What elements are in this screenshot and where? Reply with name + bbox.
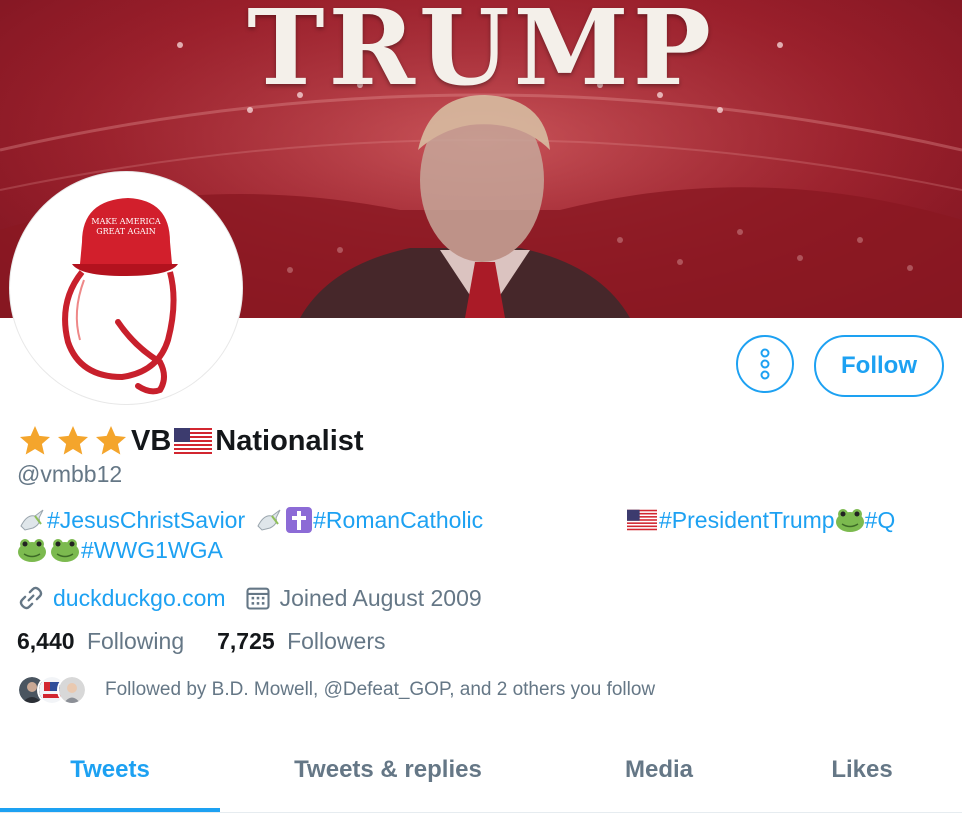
display-name-part-1: VB — [131, 424, 172, 457]
followers-count: 7,725 — [217, 628, 275, 654]
more-options-button[interactable] — [736, 335, 794, 393]
following-count: 6,440 — [17, 628, 75, 654]
frog-icon — [51, 539, 79, 562]
star-icon — [20, 426, 50, 455]
tab-tweets-replies[interactable]: Tweets & replies — [220, 736, 556, 804]
q-cap-avatar-image: MAKE AMERICA GREAT AGAIN — [62, 198, 178, 395]
tab-tweets[interactable]: Tweets — [0, 736, 220, 812]
dove-icon — [257, 509, 281, 531]
follower-avatar — [57, 675, 87, 705]
avatar[interactable]: MAKE AMERICA GREAT AGAIN — [10, 172, 242, 404]
link-icon — [19, 586, 43, 610]
tab-media[interactable]: Media — [556, 736, 762, 804]
profile-handle: @vmbb12 — [17, 461, 123, 487]
following-label: Following — [86, 628, 185, 654]
more-vertical-icon — [760, 348, 770, 380]
us-flag-icon — [174, 428, 213, 454]
profile-meta: duckduckgo.com Joined August 2009 — [17, 580, 482, 616]
us-flag-icon — [627, 509, 657, 531]
star-icon — [96, 426, 126, 455]
star-icon — [58, 426, 88, 455]
profile-stats: 6,440 Following 7,725 Followers — [17, 628, 385, 655]
bio-line-1: #JesusChristSavior #RomanCatholic #Presi… — [17, 505, 947, 535]
hashtag-wwg1wga[interactable]: #WWG1WGA — [81, 537, 223, 564]
display-name-part-2: Nationalist — [215, 424, 364, 457]
joined-date: Joined August 2009 — [279, 584, 482, 611]
profile-bio: #JesusChristSavior #RomanCatholic #Presi… — [17, 505, 947, 565]
hashtag-jesuschristsavior[interactable]: #JesusChristSavior — [47, 507, 245, 534]
cap-text-line1: MAKE AMERICA — [91, 217, 160, 226]
followers-stat[interactable]: 7,725 Followers — [217, 628, 385, 655]
cap-text-line2: GREAT AGAIN — [96, 227, 156, 236]
profile-tabs: Tweets Tweets & replies Media Likes — [0, 736, 962, 813]
followed-by-text: Followed by B.D. Mowell, @Defeat_GOP, an… — [105, 679, 656, 700]
followers-label: Followers — [287, 628, 386, 654]
banner-title: TRUMP — [247, 0, 715, 109]
hashtag-presidenttrump[interactable]: #PresidentTrump — [659, 507, 835, 534]
bio-line-2: #WWG1WGA — [17, 535, 947, 565]
frog-icon — [835, 509, 864, 532]
hashtag-q[interactable]: #Q — [865, 507, 896, 534]
dove-icon — [20, 509, 44, 531]
hashtag-romancatholic[interactable]: #RomanCatholic — [313, 507, 483, 534]
following-stat[interactable]: 6,440 Following — [17, 628, 184, 655]
calendar-icon — [246, 587, 270, 610]
frog-icon — [18, 539, 46, 562]
followed-by-row[interactable]: Followed by B.D. Mowell, @Defeat_GOP, an… — [17, 674, 655, 706]
tab-likes[interactable]: Likes — [762, 736, 962, 804]
follow-button[interactable]: Follow — [814, 335, 944, 397]
display-name: VB Nationalist — [17, 421, 364, 461]
bio-line-1-right: #PresidentTrump #Q — [627, 505, 895, 535]
cross-icon — [286, 507, 313, 533]
website-link[interactable]: duckduckgo.com — [53, 585, 226, 612]
